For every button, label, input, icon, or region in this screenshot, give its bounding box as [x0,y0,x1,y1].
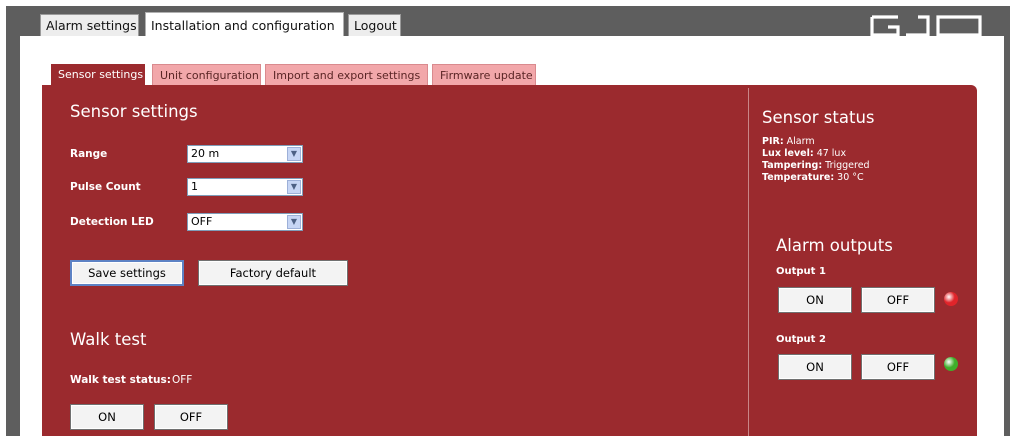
subtab-import-export[interactable]: Import and export settings [265,64,428,85]
pulse-count-value: 1 [191,180,198,193]
chevron-down-icon: ▼ [287,180,301,194]
subtab-firmware-update[interactable]: Firmware update [432,64,536,85]
status-tampering: Tampering: Triggered [762,160,870,171]
status-tampering-label: Tampering: [762,160,823,171]
status-pir: PIR: Alarm [762,136,815,147]
tab-installation-configuration[interactable]: Installation and configuration [145,12,344,38]
tab-alarm-settings[interactable]: Alarm settings [40,14,139,36]
walk-test-status-label: Walk test status: [70,374,171,386]
column-divider [748,88,749,436]
chevron-down-icon: ▼ [287,215,301,229]
gjd-logo [870,15,982,37]
detection-led-label: Detection LED [70,216,154,228]
status-lux: Lux level: 47 lux [762,148,846,159]
output-2-off-button[interactable]: OFF [861,354,935,380]
output-1-indicator-icon [944,292,958,306]
output-1-on-button[interactable]: ON [778,287,852,313]
status-temperature: Temperature: 30 °C [762,172,864,183]
status-lux-label: Lux level: [762,148,814,159]
output-1-label: Output 1 [776,266,826,277]
detection-led-select[interactable]: OFF ▼ [187,213,303,231]
status-pir-label: PIR: [762,136,784,147]
walk-test-heading: Walk test [70,330,147,349]
pulse-count-label: Pulse Count [70,181,141,193]
walk-test-on-button[interactable]: ON [70,404,144,430]
output-1-off-button[interactable]: OFF [861,287,935,313]
walk-test-status-value: OFF [172,374,193,386]
subtab-unit-configuration[interactable]: Unit configuration [152,64,261,85]
range-value: 20 m [191,147,220,160]
subtab-sensor-settings[interactable]: Sensor settings [50,63,146,86]
walk-test-off-button[interactable]: OFF [154,404,228,430]
sensor-status-heading: Sensor status [762,108,875,127]
alarm-outputs-heading: Alarm outputs [776,236,893,255]
status-temperature-value: 30 °C [837,172,864,183]
output-2-indicator-icon [944,357,958,371]
status-temperature-label: Temperature: [762,172,835,183]
tab-logout[interactable]: Logout [348,14,401,36]
save-settings-button[interactable]: Save settings [70,260,184,286]
factory-default-button[interactable]: Factory default [198,260,348,286]
status-pir-value: Alarm [786,136,815,147]
status-lux-value: 47 lux [816,148,847,159]
chevron-down-icon: ▼ [287,147,301,161]
range-label: Range [70,148,108,160]
sensor-settings-heading: Sensor settings [70,102,198,121]
pulse-count-select[interactable]: 1 ▼ [187,178,303,196]
status-tampering-value: Triggered [825,160,870,171]
detection-led-value: OFF [191,215,213,228]
range-select[interactable]: 20 m ▼ [187,145,303,163]
output-2-on-button[interactable]: ON [778,354,852,380]
output-2-label: Output 2 [776,334,826,345]
